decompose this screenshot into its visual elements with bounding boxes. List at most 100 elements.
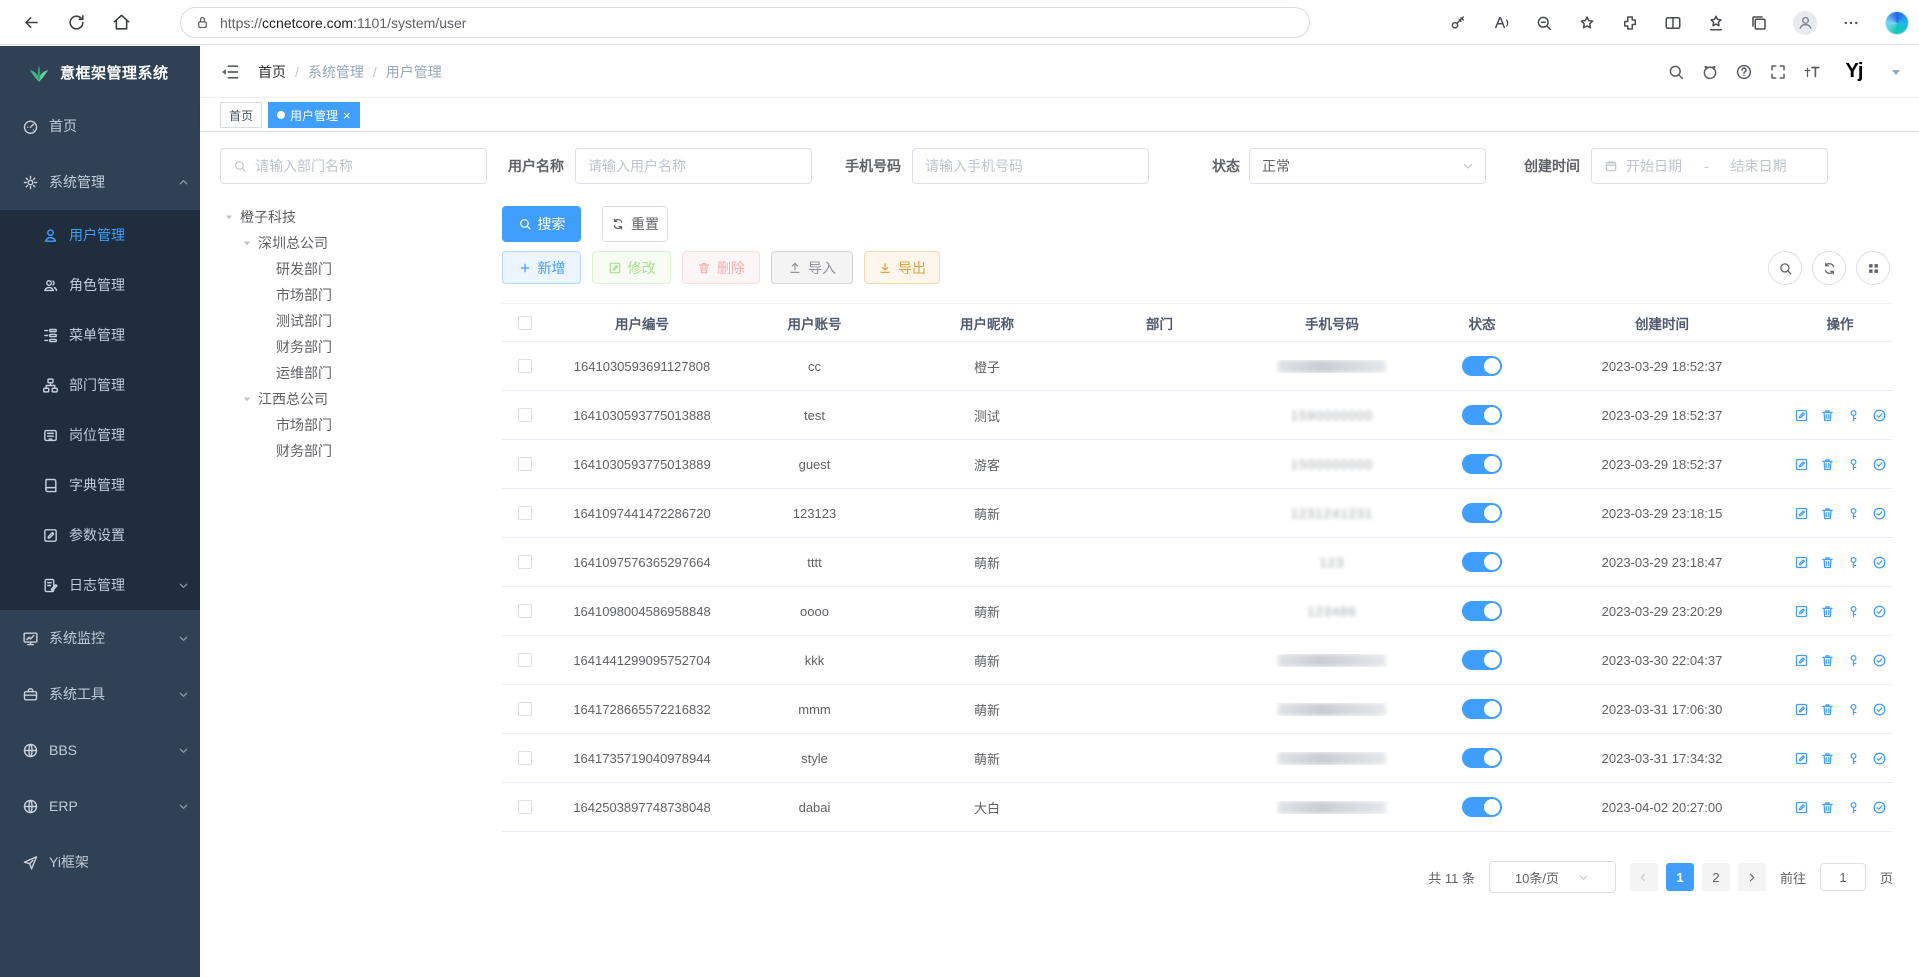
browser-refresh-icon[interactable] [67, 13, 86, 32]
tab-user-mgmt[interactable]: 用户管理× [268, 102, 360, 128]
sidebar-item-user-mgmt[interactable]: 用户管理 [0, 210, 200, 260]
op-trash-icon[interactable] [1820, 457, 1835, 472]
status-toggle[interactable] [1462, 601, 1502, 621]
sidebar-item-post-mgmt[interactable]: 岗位管理 [0, 410, 200, 460]
github-icon[interactable] [1701, 63, 1719, 81]
row-checkbox[interactable] [518, 751, 532, 765]
row-checkbox[interactable] [518, 604, 532, 618]
table-search-button[interactable] [1768, 251, 1802, 285]
tree-node[interactable]: 财务部门 [220, 334, 485, 360]
sidebar-item-dict-mgmt[interactable]: 字典管理 [0, 460, 200, 510]
collections-icon[interactable] [1750, 14, 1768, 32]
op-check-circle-icon[interactable] [1872, 800, 1887, 815]
op-key-icon[interactable] [1846, 555, 1861, 570]
tree-node[interactable]: 研发部门 [220, 256, 485, 282]
row-checkbox[interactable] [518, 506, 532, 520]
favorites-bar-icon[interactable] [1707, 14, 1725, 32]
op-edit-pen-icon[interactable] [1794, 506, 1809, 521]
help-icon[interactable] [1735, 63, 1753, 81]
prev-page-button[interactable] [1630, 863, 1658, 891]
breadcrumb-item[interactable]: 用户管理 [386, 62, 442, 82]
status-toggle[interactable] [1462, 405, 1502, 425]
browser-back-icon[interactable] [22, 13, 41, 32]
sidebar-item-dept-mgmt[interactable]: 部门管理 [0, 360, 200, 410]
export-button[interactable]: 导出 [864, 251, 940, 284]
op-edit-pen-icon[interactable] [1794, 751, 1809, 766]
row-checkbox[interactable] [518, 800, 532, 814]
lock-icon[interactable] [195, 15, 210, 30]
tree-node[interactable]: 橙子科技 [220, 204, 485, 230]
op-check-circle-icon[interactable] [1872, 702, 1887, 717]
tab-home[interactable]: 首页 [220, 102, 262, 128]
status-toggle[interactable] [1462, 650, 1502, 670]
font-size-icon[interactable] [1803, 63, 1821, 81]
op-edit-pen-icon[interactable] [1794, 702, 1809, 717]
op-key-icon[interactable] [1846, 408, 1861, 423]
sidebar-item-system-monitor[interactable]: 系统监控 [0, 610, 200, 666]
op-edit-pen-icon[interactable] [1794, 555, 1809, 570]
op-check-circle-icon[interactable] [1872, 604, 1887, 619]
goto-page-input[interactable]: 1 [1820, 863, 1866, 891]
search-button[interactable]: 搜索 [502, 206, 581, 242]
page-button-2[interactable]: 2 [1702, 863, 1730, 891]
op-trash-icon[interactable] [1820, 555, 1835, 570]
op-key-icon[interactable] [1846, 604, 1861, 619]
app-logo[interactable]: 意框架管理系统 [0, 46, 200, 98]
fullscreen-icon[interactable] [1769, 63, 1787, 81]
op-trash-icon[interactable] [1820, 702, 1835, 717]
sidebar-item-bbs[interactable]: BBS [0, 722, 200, 778]
sidebar-item-system-tools[interactable]: 系统工具 [0, 666, 200, 722]
sidebar-item-system-mgmt[interactable]: 系统管理 [0, 154, 200, 210]
tab-close-icon[interactable]: × [343, 109, 351, 122]
extensions-icon[interactable] [1621, 14, 1639, 32]
tree-node[interactable]: 财务部门 [220, 438, 485, 464]
password-key-icon[interactable] [1449, 14, 1467, 32]
op-key-icon[interactable] [1846, 506, 1861, 521]
tree-node[interactable]: 深圳总公司 [220, 230, 485, 256]
op-edit-pen-icon[interactable] [1794, 408, 1809, 423]
add-button[interactable]: 新增 [502, 251, 581, 284]
split-screen-icon[interactable] [1664, 14, 1682, 32]
delete-button[interactable]: 删除 [682, 251, 760, 284]
zoom-out-icon[interactable] [1535, 14, 1553, 32]
sidebar-item-erp[interactable]: ERP [0, 778, 200, 834]
next-page-button[interactable] [1738, 863, 1766, 891]
op-edit-pen-icon[interactable] [1794, 604, 1809, 619]
tree-node[interactable]: 江西总公司 [220, 386, 485, 412]
status-select[interactable]: 正常 [1249, 148, 1486, 184]
username-input[interactable]: 请输入用户名称 [575, 148, 812, 184]
user-avatar[interactable]: Yj [1837, 55, 1871, 89]
sidebar-item-role-mgmt[interactable]: 角色管理 [0, 260, 200, 310]
copilot-icon[interactable] [1885, 11, 1909, 35]
row-checkbox[interactable] [518, 457, 532, 471]
page-button-1[interactable]: 1 [1666, 863, 1694, 891]
op-trash-icon[interactable] [1820, 604, 1835, 619]
op-check-circle-icon[interactable] [1872, 653, 1887, 668]
daterange-picker[interactable]: 开始日期 - 结束日期 [1591, 148, 1828, 184]
browser-profile-avatar[interactable] [1793, 11, 1817, 35]
search-icon[interactable] [1667, 63, 1685, 81]
sidebar-item-yi-framework[interactable]: Yi框架 [0, 834, 200, 890]
table-refresh-button[interactable] [1812, 251, 1846, 285]
read-aloud-icon[interactable] [1492, 14, 1510, 32]
breadcrumb-item[interactable]: 系统管理 [308, 62, 364, 82]
op-check-circle-icon[interactable] [1872, 457, 1887, 472]
op-key-icon[interactable] [1846, 702, 1861, 717]
address-bar[interactable]: https://ccnetcore.com:1101/system/user [180, 7, 1310, 38]
modify-button[interactable]: 修改 [592, 251, 671, 284]
tree-node[interactable]: 运维部门 [220, 360, 485, 386]
status-toggle[interactable] [1462, 503, 1502, 523]
sidebar-item-param-settings[interactable]: 参数设置 [0, 510, 200, 560]
row-checkbox[interactable] [518, 408, 532, 422]
status-toggle[interactable] [1462, 699, 1502, 719]
op-key-icon[interactable] [1846, 457, 1861, 472]
op-check-circle-icon[interactable] [1872, 555, 1887, 570]
op-trash-icon[interactable] [1820, 653, 1835, 668]
row-checkbox[interactable] [518, 702, 532, 716]
op-edit-pen-icon[interactable] [1794, 653, 1809, 668]
op-edit-pen-icon[interactable] [1794, 457, 1809, 472]
op-trash-icon[interactable] [1820, 751, 1835, 766]
browser-home-icon[interactable] [112, 13, 131, 32]
tree-node[interactable]: 市场部门 [220, 412, 485, 438]
op-edit-pen-icon[interactable] [1794, 800, 1809, 815]
